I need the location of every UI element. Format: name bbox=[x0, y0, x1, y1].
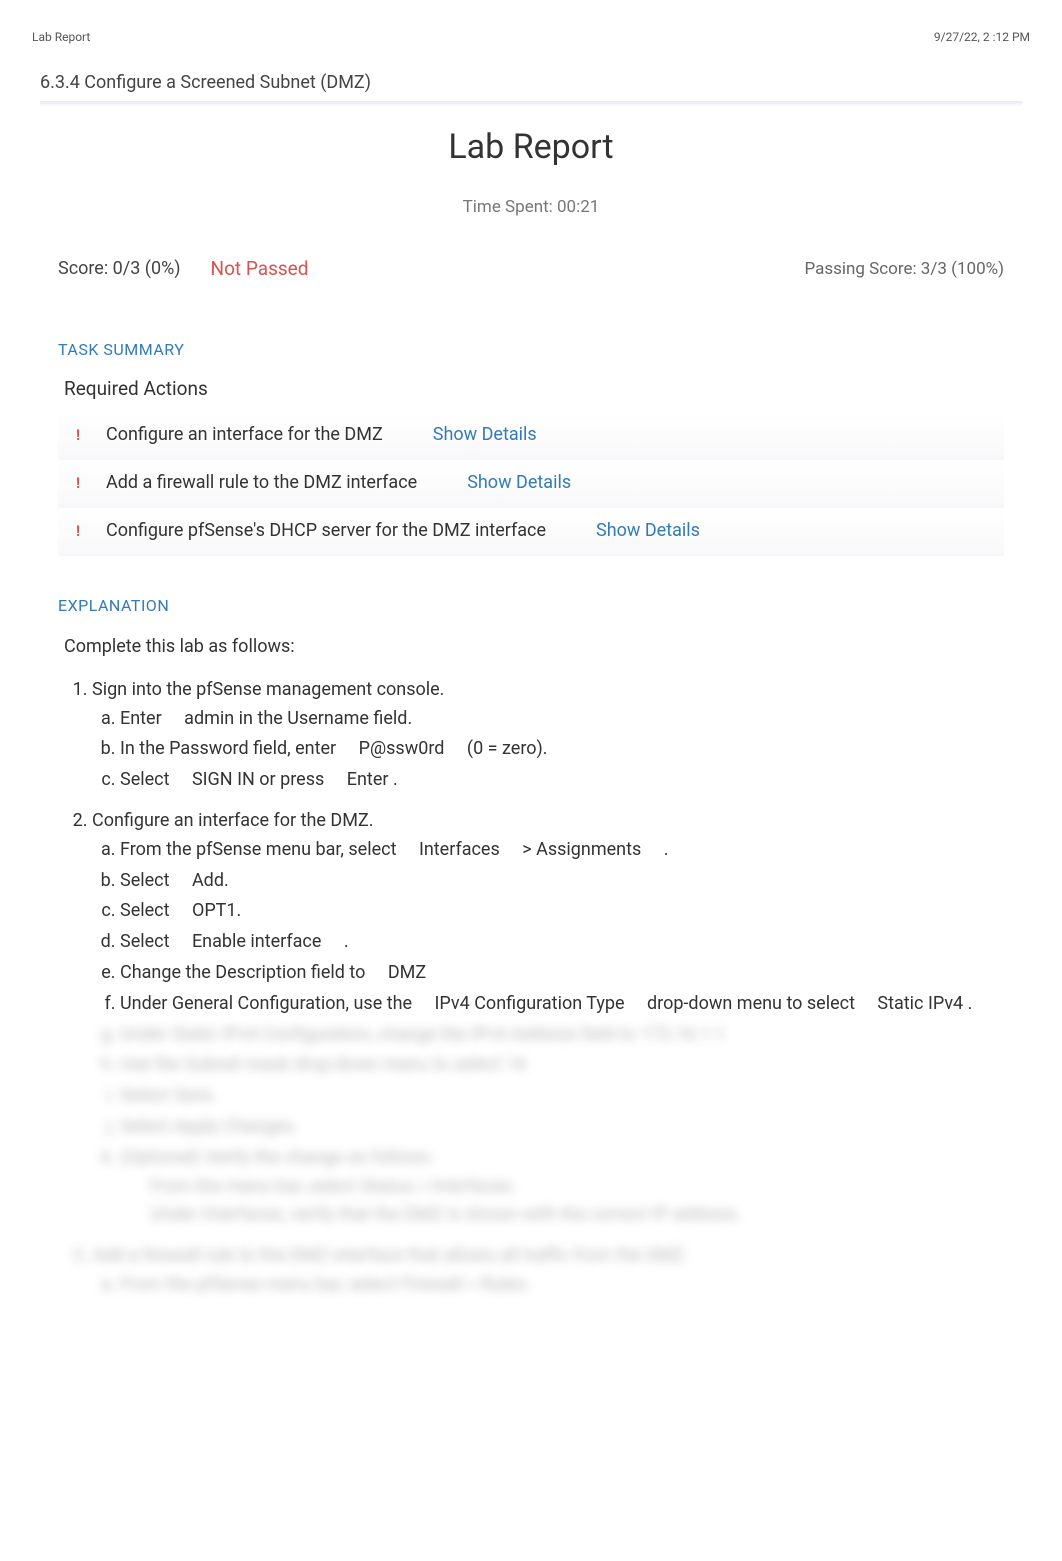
explanation-heading: EXPLANATION bbox=[58, 596, 1004, 615]
task-label: Configure pfSense's DHCP server for the … bbox=[106, 520, 596, 541]
page-header-right: 9/27/22, 2 :12 PM bbox=[934, 30, 1030, 44]
task-row: ! Add a firewall rule to the DMZ interfa… bbox=[58, 460, 1004, 508]
step-3-blurred: Add a firewall rule to the DMZ interface… bbox=[92, 1242, 998, 1300]
step-2j-blurred: Select Apply Changes. bbox=[120, 1113, 998, 1142]
task-row: ! Configure an interface for the DMZ Sho… bbox=[58, 412, 1004, 460]
task-summary-heading: TASK SUMMARY bbox=[58, 340, 1004, 359]
task-row: ! Configure pfSense's DHCP server for th… bbox=[58, 508, 1004, 556]
step-2i-blurred: Select Save. bbox=[120, 1082, 998, 1111]
step-2f: Under General Configuration, use the IPv… bbox=[120, 990, 998, 1019]
fail-icon: ! bbox=[76, 426, 106, 444]
step-2c: Select OPT1. bbox=[120, 897, 998, 926]
show-details-link[interactable]: Show Details bbox=[467, 472, 571, 493]
passing-score: Passing Score: 3/3 (100%) bbox=[804, 259, 1004, 279]
divider bbox=[40, 101, 1022, 107]
step-2k-blurred: (Optional) Verify the change as follows:… bbox=[120, 1144, 998, 1230]
step-2g-blurred: Under Static IPv4 Configuration, change … bbox=[120, 1021, 998, 1050]
score-status: Not Passed bbox=[211, 257, 309, 280]
page-header-left: Lab Report bbox=[32, 30, 90, 44]
step-1: Sign into the pfSense management console… bbox=[92, 676, 998, 795]
step-2b: Select Add. bbox=[120, 867, 998, 896]
show-details-link[interactable]: Show Details bbox=[596, 520, 700, 541]
task-label: Configure an interface for the DMZ bbox=[106, 424, 433, 445]
step-3a-blurred: From the pfSense menu bar, select Firewa… bbox=[120, 1271, 998, 1300]
step-1b: In the Password field, enter P@ssw0rd (0… bbox=[120, 735, 998, 764]
intro-text: Complete this lab as follows: bbox=[64, 633, 998, 662]
step-2e: Change the Description field to DMZ bbox=[120, 959, 998, 988]
step-2h-blurred: Use the Subnet mask drop-down menu to se… bbox=[120, 1051, 998, 1080]
step-1c: Select SIGN IN or press Enter . bbox=[120, 766, 998, 795]
step-2: Configure an interface for the DMZ. From… bbox=[92, 807, 998, 1230]
step-2a: From the pfSense menu bar, select Interf… bbox=[120, 836, 998, 865]
time-spent: Time Spent: 00:21 bbox=[40, 197, 1022, 217]
score-value: Score: 0/3 (0%) bbox=[58, 258, 181, 279]
step-1a: Enter admin in the Username field. bbox=[120, 705, 998, 734]
lab-section-number: 6.3.4 Configure a Screened Subnet (DMZ) bbox=[40, 72, 1022, 93]
task-list: ! Configure an interface for the DMZ Sho… bbox=[58, 412, 1004, 556]
page-title: Lab Report bbox=[40, 127, 1022, 167]
show-details-link[interactable]: Show Details bbox=[433, 424, 537, 445]
fail-icon: ! bbox=[76, 522, 106, 540]
step-2d: Select Enable interface . bbox=[120, 928, 998, 957]
required-actions-label: Required Actions bbox=[64, 377, 998, 400]
task-label: Add a firewall rule to the DMZ interface bbox=[106, 472, 467, 493]
fail-icon: ! bbox=[76, 474, 106, 492]
